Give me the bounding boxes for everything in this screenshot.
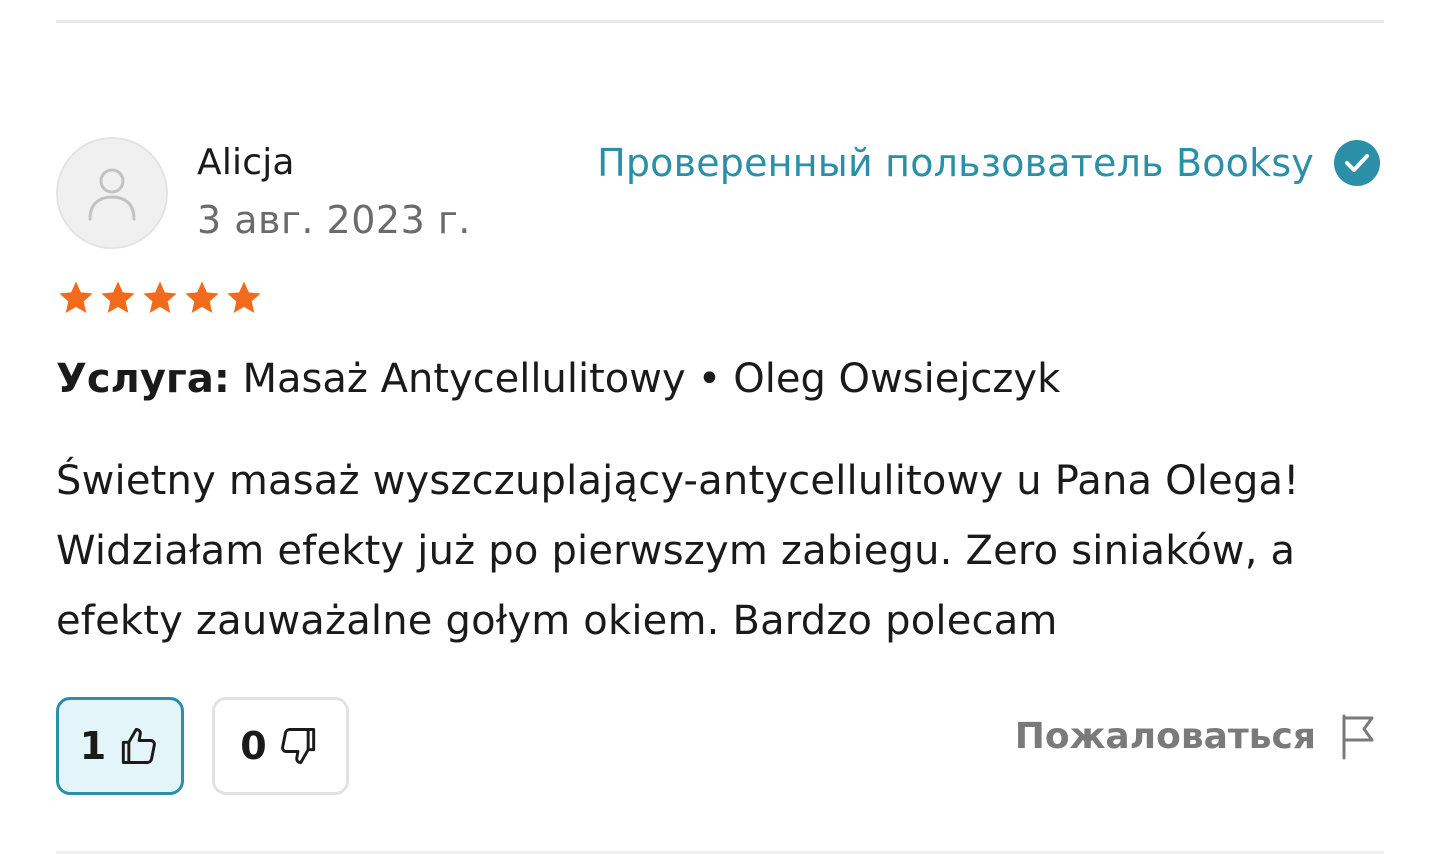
unhelpful-vote-button[interactable]: 0	[212, 697, 349, 795]
reviewer-name: Alicja	[197, 142, 295, 183]
service-info: Услуга: Masaż Antycellulitowy • Oleg Owsie…	[56, 356, 1060, 402]
service-name: Masaż Antycellulitowy	[242, 356, 686, 402]
star-icon	[101, 281, 135, 313]
service-label: Услуга:	[56, 356, 230, 402]
star-icon	[143, 281, 177, 313]
report-label: Пожаловаться	[1014, 715, 1316, 757]
thumbs-up-icon	[122, 728, 157, 764]
star-icon	[185, 281, 219, 313]
staff-name: Oleg Owsiejczyk	[733, 356, 1061, 402]
star-icon	[59, 281, 93, 313]
review-text: Świetny masaż wyszczuplający-antycelluli…	[56, 458, 1300, 644]
verified-user-badge: Проверенный пользователь Booksy	[597, 140, 1380, 186]
report-button[interactable]: Пожаловаться	[1015, 712, 1378, 760]
check-circle-icon	[1334, 140, 1380, 186]
service-separator: •	[697, 356, 722, 402]
rating-stars	[56, 278, 264, 318]
flag-icon	[1342, 714, 1374, 760]
top-divider	[56, 20, 1384, 23]
review-date: 3 авг. 2023 г.	[197, 198, 471, 242]
helpful-count: 1	[79, 724, 107, 768]
unhelpful-count: 0	[240, 724, 267, 768]
verified-user-label: Проверенный пользователь Booksy	[597, 141, 1314, 185]
user-icon	[88, 168, 136, 221]
helpful-vote-button[interactable]: 1	[56, 697, 184, 795]
star-icon	[227, 281, 261, 313]
thumbs-down-icon	[280, 728, 315, 764]
avatar	[56, 137, 168, 249]
